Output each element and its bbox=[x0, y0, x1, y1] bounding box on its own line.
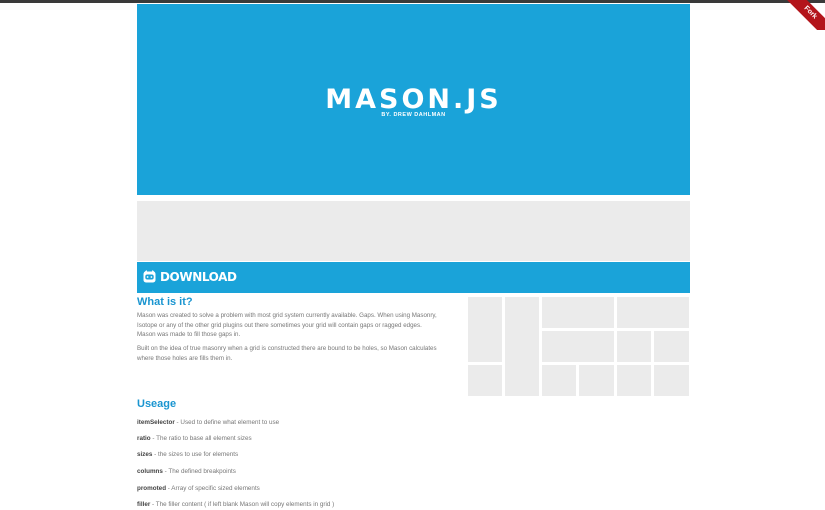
grid-tile bbox=[542, 331, 614, 362]
fork-ribbon[interactable]: Fork bbox=[785, 0, 825, 30]
grid-tile bbox=[654, 331, 689, 362]
option-item: columns - The defined breakpoints bbox=[137, 468, 236, 475]
grid-tile bbox=[505, 297, 539, 396]
grid-tile bbox=[579, 365, 614, 396]
grid-tile bbox=[468, 365, 502, 396]
grid-tile bbox=[468, 297, 502, 362]
top-bar bbox=[0, 0, 825, 3]
option-item: promoted - Array of specific sized eleme… bbox=[137, 485, 260, 492]
grid-tile bbox=[617, 331, 651, 362]
option-item: filler - The filler content ( if left bl… bbox=[137, 501, 334, 508]
ad-placeholder bbox=[137, 201, 690, 261]
option-item: itemSelector - Used to define what eleme… bbox=[137, 419, 279, 426]
option-name: sizes bbox=[137, 451, 153, 458]
download-label[interactable]: DOWNLOAD bbox=[160, 270, 237, 284]
option-name: itemSelector bbox=[137, 419, 175, 426]
option-name: columns bbox=[137, 468, 163, 475]
hero-banner: MASON.JS BY. DREW DAHLMAN bbox=[137, 4, 690, 195]
about-paragraph-1: Mason was created to solve a problem wit… bbox=[137, 312, 437, 338]
option-name: promoted bbox=[137, 485, 167, 492]
option-desc: - Used to define what element to use bbox=[174, 419, 280, 426]
grid-tile bbox=[542, 365, 576, 396]
option-desc: - The filler content ( if left blank Mas… bbox=[150, 501, 335, 508]
option-item: ratio - The ratio to base all element si… bbox=[137, 435, 252, 442]
grid-tile bbox=[617, 297, 689, 328]
option-item: sizes - the sizes to use for elements bbox=[137, 451, 238, 458]
github-icon bbox=[143, 270, 156, 283]
option-name: ratio bbox=[137, 435, 151, 442]
hero-byline: BY. DREW DAHLMAN bbox=[381, 112, 446, 118]
grid-tile bbox=[542, 297, 614, 328]
what-is-it-heading: What is it? bbox=[137, 296, 193, 308]
option-name: filler bbox=[137, 501, 151, 508]
mason-demo-grid bbox=[468, 297, 690, 396]
option-desc: - The defined breakpoints bbox=[162, 468, 236, 475]
download-button[interactable]: DOWNLOAD bbox=[137, 262, 690, 293]
about-paragraph-2: Built on the idea of true masonry when a… bbox=[137, 345, 437, 362]
option-desc: - The ratio to base all element sizes bbox=[150, 435, 252, 442]
fork-ribbon-label[interactable]: Fork bbox=[785, 0, 825, 30]
option-desc: - Array of specific sized elements bbox=[166, 485, 260, 492]
useage-heading: Useage bbox=[137, 398, 177, 410]
grid-tile bbox=[617, 365, 651, 396]
grid-tile bbox=[654, 365, 689, 396]
option-desc: - the sizes to use for elements bbox=[152, 451, 239, 458]
hero-title: MASON.JS bbox=[325, 84, 502, 115]
